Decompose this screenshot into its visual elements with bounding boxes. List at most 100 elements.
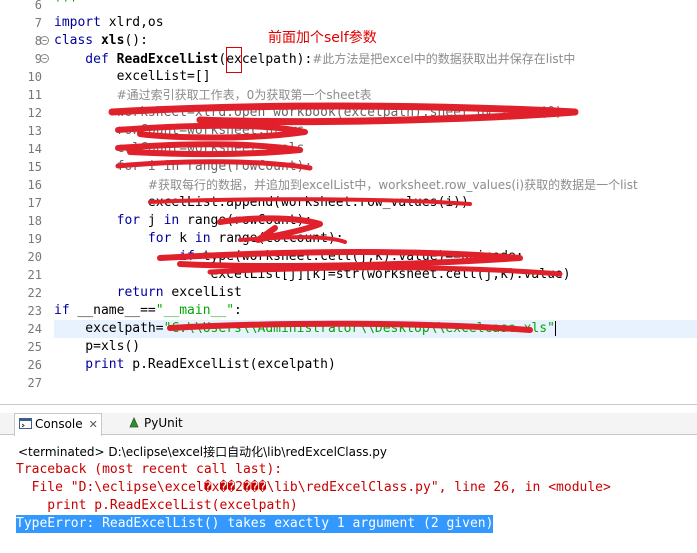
error-message-line[interactable]: TypeError: ReadExcelList() takes exactly…: [16, 515, 494, 533]
code-line[interactable]: rowCount=worksheet.nrows: [54, 122, 697, 140]
code-line[interactable]: for i in range(rowCount):: [54, 158, 697, 176]
code-line[interactable]: def ReadExcelList(excelpath):#此方法是把excel…: [54, 50, 697, 68]
code-line[interactable]: #通过索引获取工作表，0为获取第一个sheet表: [54, 86, 697, 104]
line-number: 7: [34, 16, 42, 30]
code-token: k: [171, 231, 195, 246]
line-number: 9−: [0, 50, 49, 68]
code-token: xls: [100, 33, 125, 48]
line-number: 20: [27, 250, 42, 264]
line-number: 21: [27, 268, 42, 282]
code-token: __name__==: [69, 303, 156, 318]
code-string: "__main__": [155, 303, 235, 318]
line-number: 18: [27, 214, 42, 228]
code-keyword: for: [54, 213, 141, 228]
code-token: xlrd,os: [100, 15, 164, 30]
code-editor[interactable]: 6 7 8−9− 10 11 12 13 14 15 16 17 18 19 20 21 22 23 24 25 26…: [0, 0, 697, 404]
code-string: ''': [54, 0, 78, 12]
text-cursor: [554, 321, 556, 336]
traceback-line[interactable]: print p.ReadExcelList(excelpath): [16, 497, 297, 515]
traceback-line[interactable]: File "D:\eclipse\excel�x��2���\lib\redEx…: [16, 479, 611, 497]
code-line[interactable]: #获取每行的数据，并追加到excelList中，worksheet.row_va…: [54, 176, 697, 194]
line-number: 27: [27, 376, 42, 390]
line-number: 25: [27, 340, 42, 354]
code-line[interactable]: excelList[j][k]=str(worksheet.cell(j,k).…: [54, 266, 697, 284]
line-number: 12: [27, 106, 42, 120]
code-line[interactable]: excelpath="C:\\Users\\Administrator\\Des…: [54, 320, 697, 338]
line-number: 8−: [0, 32, 49, 50]
console-tab-bar: Console ✕ PyUnit: [0, 413, 697, 436]
process-status: <terminated> D:\eclipse\excel接口自动化\lib\r…: [18, 445, 388, 459]
line-number: 19: [27, 232, 42, 246]
code-line[interactable]: if __name__=="__main__":: [54, 302, 697, 320]
tab-pyunit-label: PyUnit: [144, 416, 183, 430]
code-token: excelList: [163, 285, 242, 300]
code-token: excelpath=: [54, 321, 164, 336]
code-token: colCount=worksheet.ncols: [54, 141, 305, 156]
code-token: j: [140, 213, 164, 228]
line-number: 22: [27, 286, 42, 300]
code-line[interactable]: for j in range(rowCount):: [54, 212, 697, 230]
code-keyword: for: [54, 231, 172, 246]
close-icon[interactable]: ✕: [89, 418, 98, 431]
code-keyword: if: [54, 303, 70, 318]
code-token: type(worksheet.cell(j,k).value)==unicode…: [194, 249, 524, 264]
line-number: 11: [27, 88, 42, 102]
code-string: "C:\\Users\\Administrator\\Desktop\\exce…: [163, 321, 555, 336]
code-comment: #获取每行的数据，并追加到excelList中，worksheet.row_va…: [147, 178, 638, 192]
code-token: excelList=[]: [54, 69, 211, 84]
annotation-note: 前面加个self参数: [268, 30, 377, 46]
line-number-gutter: 6 7 8−9− 10 11 12 13 14 15 16 17 18 19 20 21 22 23 24 25 26…: [0, 0, 49, 404]
code-line[interactable]: if type(worksheet.cell(j,k).value)==unic…: [54, 248, 697, 266]
code-line[interactable]: worksheet=xlrd.open_workbook(excelpath).…: [54, 104, 697, 122]
code-token: p=xls(): [54, 339, 141, 354]
console-icon: [19, 418, 32, 429]
code-line[interactable]: for k in range(colCount):: [54, 230, 697, 248]
code-keyword: return: [54, 285, 164, 300]
code-keyword: import: [54, 15, 101, 30]
code-line[interactable]: excelList.append(worksheet.row_values(i)…: [54, 194, 697, 212]
line-number: 17: [27, 196, 42, 210]
code-token: p.ReadExcelList(excelpath): [124, 357, 336, 372]
code-token: excelList.append(worksheet.row_values(i)…: [54, 195, 469, 210]
code-comment: #此方法是把excel中的数据获取出并保存在list中: [312, 52, 576, 66]
code-line[interactable]: print p.ReadExcelList(excelpath): [54, 356, 697, 374]
tab-console-label: Console: [35, 417, 83, 431]
line-number: 16: [27, 178, 42, 192]
line-number: 6: [34, 0, 42, 12]
code-token: ():: [124, 33, 148, 48]
code-token: excelList[j][k]=str(worksheet.cell(j,k).…: [54, 267, 571, 282]
code-line[interactable]: return excelList: [54, 284, 697, 302]
line-number: 10: [27, 70, 42, 84]
code-line[interactable]: [54, 374, 697, 392]
traceback-line[interactable]: Traceback (most recent call last):: [16, 461, 282, 479]
tab-pyunit[interactable]: PyUnit: [124, 413, 194, 435]
pyunit-icon: [129, 417, 139, 428]
code-keyword: def: [54, 52, 109, 67]
line-number: 13: [27, 124, 42, 138]
code-keyword: class: [54, 33, 94, 48]
code-line[interactable]: ''': [54, 0, 697, 14]
code-token: :: [234, 303, 242, 318]
tab-console[interactable]: Console ✕: [14, 413, 102, 436]
self-parameter-marker: [226, 47, 242, 73]
line-number: 15: [27, 160, 42, 174]
line-number: 24: [27, 322, 42, 336]
code-token: range(colCount):: [210, 231, 344, 246]
line-number: 23: [27, 304, 42, 318]
line-number: 14: [27, 142, 42, 156]
code-line[interactable]: colCount=worksheet.ncols: [54, 140, 697, 158]
code-comment: #通过索引获取工作表，0为获取第一个sheet表: [116, 88, 372, 102]
console-panel: Console ✕ PyUnit <terminated> D:\eclipse\…: [0, 404, 697, 553]
code-line[interactable]: excelList=[]: [54, 68, 697, 86]
code-line[interactable]: p=xls(): [54, 338, 697, 356]
code-token: rowCount=worksheet.nrows: [54, 123, 305, 138]
code-token: for i in range(rowCount):: [54, 159, 313, 174]
code-token: range(rowCount):: [179, 213, 313, 228]
code-keyword: in: [194, 231, 211, 246]
code-keyword: print: [54, 357, 125, 372]
code-token: ReadExcelList: [116, 52, 219, 67]
fold-toggle-icon[interactable]: −: [40, 36, 49, 45]
fold-toggle-icon[interactable]: −: [40, 54, 49, 63]
